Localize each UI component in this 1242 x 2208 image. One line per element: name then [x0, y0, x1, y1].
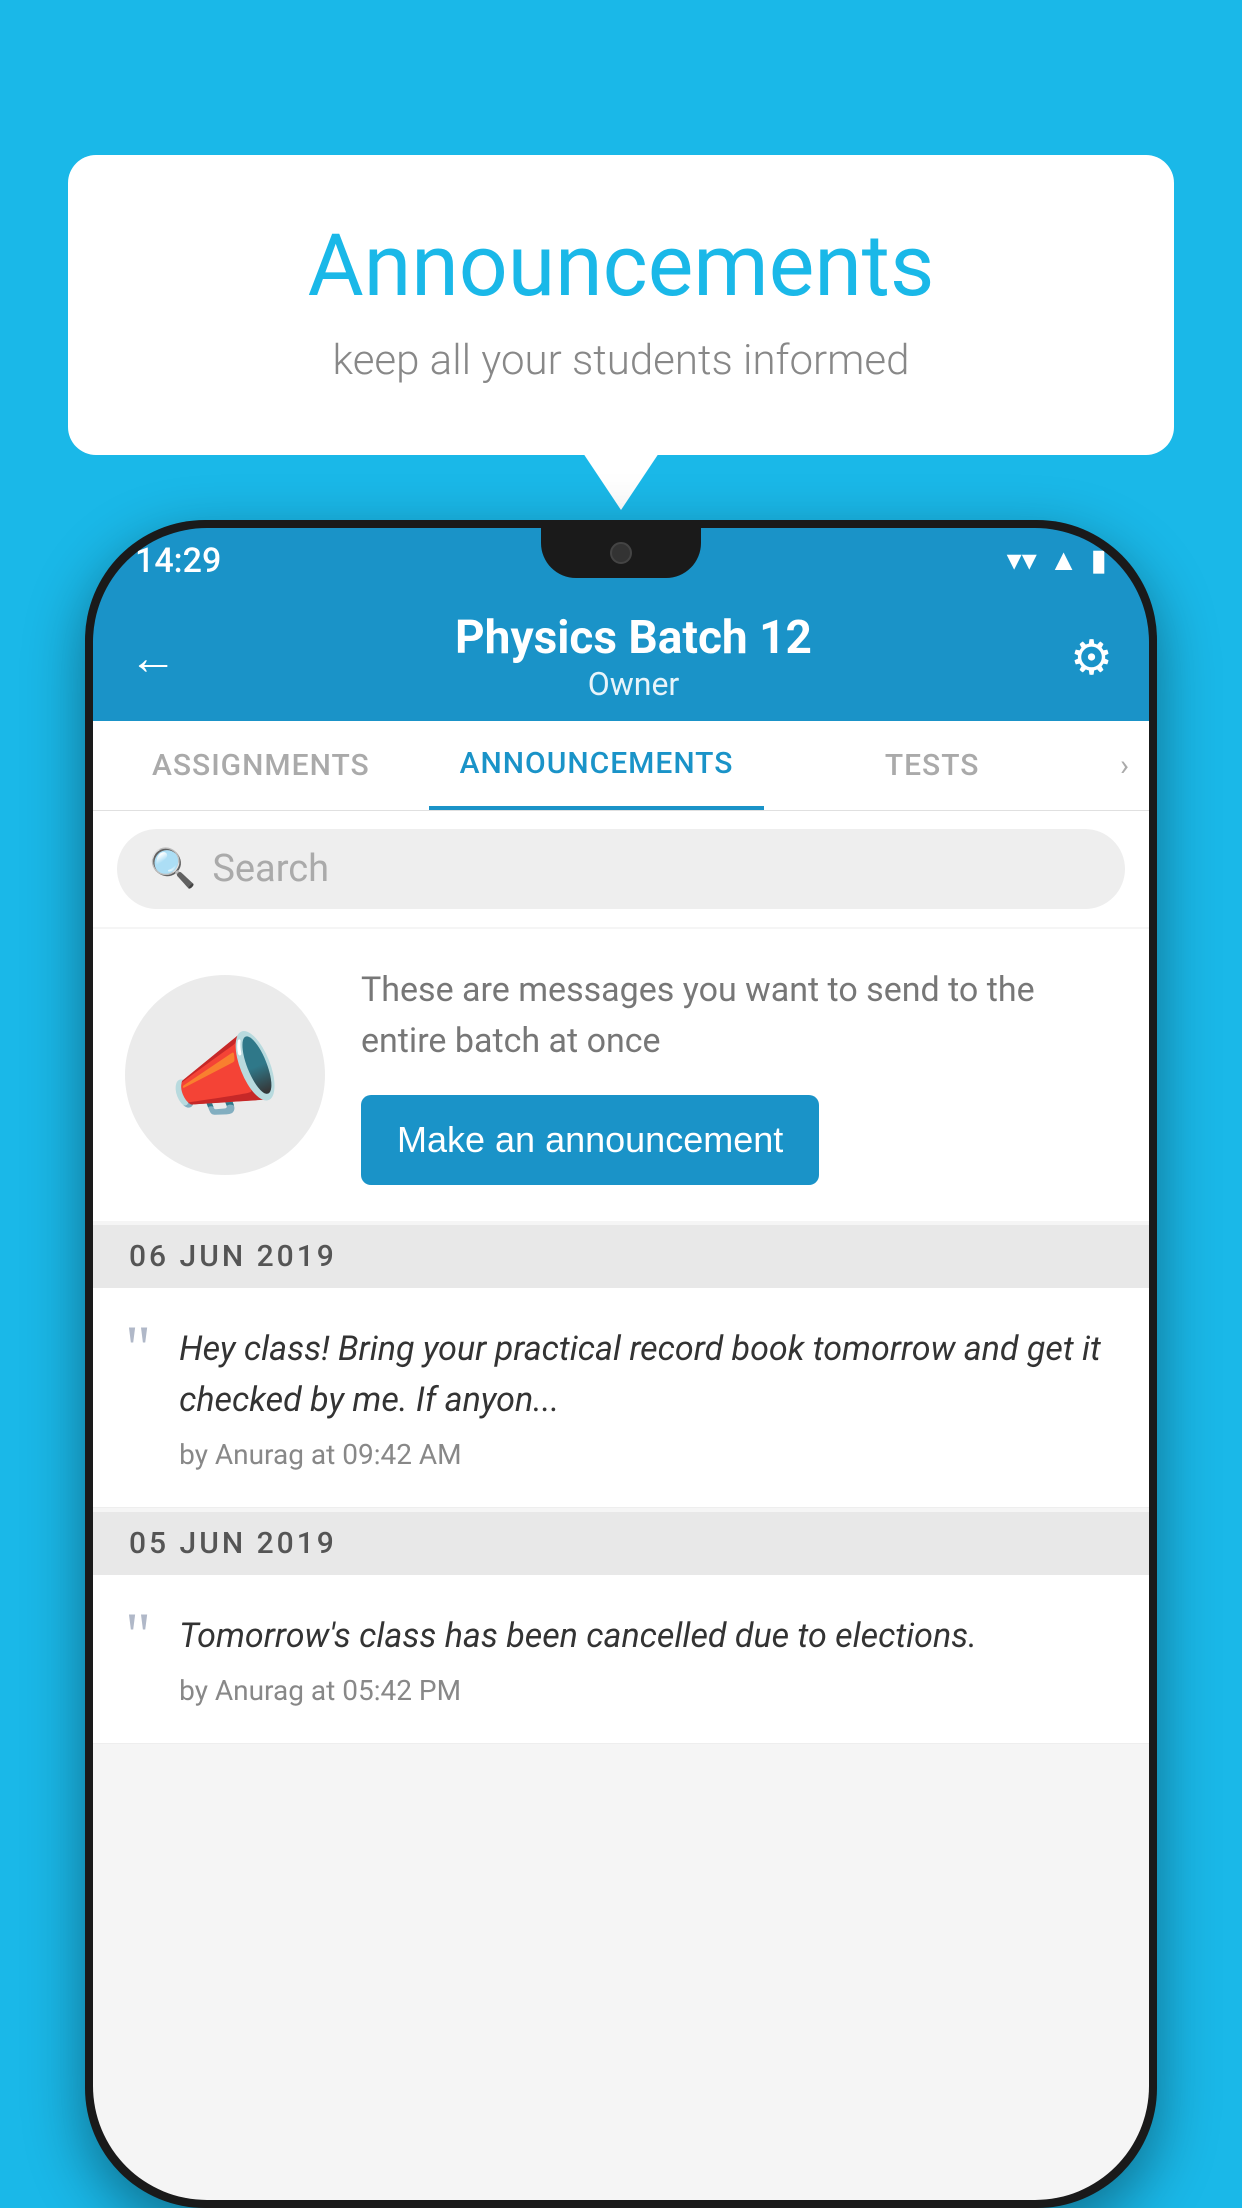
promo-section: 📣 These are messages you want to send to…: [93, 929, 1149, 1221]
search-bar-container: 🔍 Search: [93, 811, 1149, 927]
signal-icon: ▲: [1049, 543, 1079, 578]
speech-bubble: Announcements keep all your students inf…: [68, 155, 1174, 455]
tabs-bar: ASSIGNMENTS ANNOUNCEMENTS TESTS ›: [93, 721, 1149, 811]
announcement-item-1[interactable]: " Hey class! Bring your practical record…: [93, 1288, 1149, 1508]
speech-bubble-container: Announcements keep all your students inf…: [68, 155, 1174, 455]
tab-more[interactable]: ›: [1100, 748, 1149, 783]
announcement-text-area-1: Hey class! Bring your practical record b…: [179, 1324, 1117, 1471]
quote-icon-2: ": [125, 1603, 151, 1667]
promo-description: These are messages you want to send to t…: [361, 965, 1117, 1067]
bubble-subtitle: keep all your students informed: [148, 336, 1094, 385]
announcement-body-1: Hey class! Bring your practical record b…: [179, 1324, 1117, 1426]
promo-icon-circle: 📣: [125, 975, 325, 1175]
battery-icon: ▮: [1090, 543, 1107, 578]
announcement-item-2[interactable]: " Tomorrow's class has been cancelled du…: [93, 1575, 1149, 1744]
date-separator-2: 05 JUN 2019: [93, 1512, 1149, 1575]
search-icon: 🔍: [149, 847, 196, 891]
tab-announcements[interactable]: ANNOUNCEMENTS: [429, 721, 765, 810]
status-bar: 14:29 ▾▾ ▲ ▮: [93, 528, 1149, 593]
tab-assignments[interactable]: ASSIGNMENTS: [93, 721, 429, 810]
app-bar: ← Physics Batch 12 Owner ⚙: [93, 593, 1149, 721]
notch: [541, 528, 701, 578]
promo-right: These are messages you want to send to t…: [361, 965, 1117, 1185]
settings-icon[interactable]: ⚙: [1070, 629, 1113, 686]
announcement-body-2: Tomorrow's class has been cancelled due …: [179, 1611, 1117, 1662]
megaphone-icon: 📣: [169, 1023, 281, 1128]
app-bar-title: Physics Batch 12: [197, 611, 1070, 665]
front-camera: [610, 542, 632, 564]
make-announcement-button[interactable]: Make an announcement: [361, 1095, 819, 1185]
search-placeholder: Search: [212, 847, 329, 891]
phone-frame: 14:29 ▾▾ ▲ ▮ ← Physics Batch 12 Owner ⚙ …: [85, 520, 1157, 2208]
search-bar[interactable]: 🔍 Search: [117, 829, 1125, 909]
phone-screen: 14:29 ▾▾ ▲ ▮ ← Physics Batch 12 Owner ⚙ …: [93, 528, 1149, 2200]
bubble-title: Announcements: [148, 215, 1094, 316]
wifi-icon: ▾▾: [1007, 543, 1037, 578]
quote-icon-1: ": [125, 1316, 151, 1380]
announcement-meta-1: by Anurag at 09:42 AM: [179, 1438, 1117, 1471]
app-bar-subtitle: Owner: [197, 665, 1070, 703]
screen-content: 🔍 Search 📣 These are messages you want t…: [93, 811, 1149, 2200]
date-separator-1: 06 JUN 2019: [93, 1225, 1149, 1288]
announcement-meta-2: by Anurag at 05:42 PM: [179, 1674, 1117, 1707]
status-time: 14:29: [135, 541, 221, 581]
back-button[interactable]: ←: [129, 629, 177, 686]
announcement-text-area-2: Tomorrow's class has been cancelled due …: [179, 1611, 1117, 1707]
status-icons: ▾▾ ▲ ▮: [1007, 543, 1107, 578]
tab-tests[interactable]: TESTS: [764, 721, 1100, 810]
app-bar-center: Physics Batch 12 Owner: [197, 611, 1070, 703]
